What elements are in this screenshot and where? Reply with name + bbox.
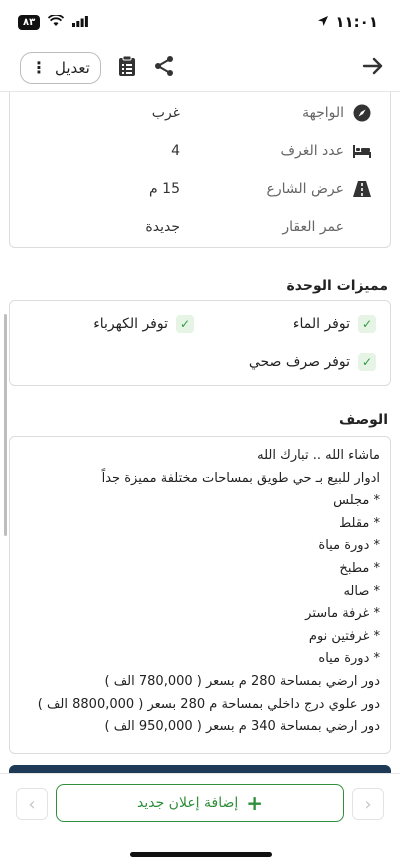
- description-line: * غرفتين نوم: [308, 628, 380, 644]
- signal-icon: [72, 13, 89, 31]
- description-line: دور علوي درج داخلي بمساحة م 280 بسعر ( 8…: [37, 696, 380, 712]
- status-right: ١١:٠١: [317, 13, 378, 31]
- description-line: دور ارضي بمساحة 280 م بسعر ( 780,000 الف…: [104, 673, 380, 689]
- spec-row-property-age: عمر العقار جديدة: [10, 212, 390, 242]
- feature-item: ✓ توفر الكهرباء: [93, 315, 194, 333]
- description-line: * غرفة ماستر: [305, 606, 380, 622]
- status-bar: ٨٣ ١١:٠١: [0, 0, 400, 44]
- specs-card: الواجهة غرب عدد الغرف 4 عرض الشارع 15 م …: [9, 92, 391, 248]
- battery-indicator: ٨٣: [18, 14, 41, 30]
- feature-item: ✓ توفر الماء: [293, 315, 376, 333]
- top-bar-actions: ⋮ تعديل: [20, 51, 175, 84]
- location-arrow-icon: [317, 13, 329, 31]
- wifi-icon: [48, 13, 65, 31]
- share-icon[interactable]: [153, 55, 175, 81]
- spec-value: غرب: [151, 105, 180, 121]
- description-card: ماشاء الله .. تبارك الله ادوار للبيع بـ …: [9, 436, 391, 754]
- features-title: مميزات الوحدة: [286, 278, 389, 294]
- description-line: دور ارضي بمساحة 340 م بسعر ( 950,000 الف…: [104, 719, 380, 735]
- dots-vertical-icon: ⋮: [31, 57, 47, 77]
- spec-row-facade: الواجهة غرب: [10, 98, 390, 128]
- bottom-bar: ‹ + إضافة إعلان جديد ›: [0, 773, 400, 865]
- description-line: * دورة مياة: [318, 538, 380, 554]
- top-bar: ⋮ تعديل: [0, 44, 400, 92]
- description-line: * مجلس: [333, 493, 380, 509]
- chevron-right-icon[interactable]: ›: [352, 788, 384, 820]
- add-new-listing-button[interactable]: + إضافة إعلان جديد: [56, 784, 344, 822]
- feature-label: توفر الكهرباء: [93, 316, 168, 332]
- listing-details[interactable]: الواجهة غرب عدد الغرف 4 عرض الشارع 15 م …: [0, 92, 400, 773]
- plus-icon: +: [246, 791, 264, 815]
- next-section-header: [9, 765, 391, 773]
- spec-label: الواجهة: [302, 105, 344, 121]
- spec-label: عرض الشارع: [266, 181, 344, 197]
- description-line: * دورة مياه: [318, 651, 380, 667]
- description-title: الوصف: [338, 412, 388, 428]
- check-icon: ✓: [176, 315, 194, 333]
- spec-row-rooms: عدد الغرف 4: [10, 136, 390, 166]
- scrollbar[interactable]: [4, 314, 7, 536]
- edit-button[interactable]: ⋮ تعديل: [20, 51, 101, 84]
- spec-value: 4: [171, 143, 180, 159]
- edit-label: تعديل: [55, 58, 90, 77]
- feature-item: ✓ توفر صرف صحي: [249, 353, 376, 371]
- description-line: * مقلط: [339, 515, 380, 531]
- add-listing-label: إضافة إعلان جديد: [136, 795, 239, 811]
- spec-label: عدد الغرف: [280, 143, 344, 159]
- spec-row-street-width: عرض الشارع 15 م: [10, 174, 390, 204]
- feature-label: توفر الماء: [292, 316, 350, 332]
- bed-icon: [352, 141, 372, 161]
- description-line: ماشاء الله .. تبارك الله: [257, 448, 380, 463]
- description-line: ادوار للبيع بـ حي طويق بمساحات مختلفة مم…: [101, 470, 380, 486]
- description-text: ماشاء الله .. تبارك الله ادوار للبيع بـ …: [16, 445, 380, 739]
- status-left: ٨٣: [18, 13, 89, 31]
- description-line: * صاله: [343, 583, 380, 599]
- spec-value: جديدة: [145, 219, 180, 235]
- spec-value: 15 م: [149, 181, 180, 197]
- chevron-left-icon[interactable]: ‹: [16, 788, 48, 820]
- compass-icon: [352, 103, 372, 123]
- clipboard-icon[interactable]: [117, 55, 137, 81]
- feature-label: توفر صرف صحي: [248, 354, 350, 370]
- features-card: ✓ توفر الماء ✓ توفر الكهرباء ✓ توفر صرف …: [9, 300, 391, 386]
- check-icon: ✓: [358, 353, 376, 371]
- spec-label: عمر العقار: [282, 219, 344, 235]
- check-icon: ✓: [358, 315, 376, 333]
- home-indicator[interactable]: [130, 852, 272, 857]
- clock: ١١:٠١: [335, 13, 378, 31]
- arrow-right-icon[interactable]: [362, 56, 384, 80]
- description-line: * مطبخ: [339, 560, 380, 576]
- road-icon: [352, 179, 372, 199]
